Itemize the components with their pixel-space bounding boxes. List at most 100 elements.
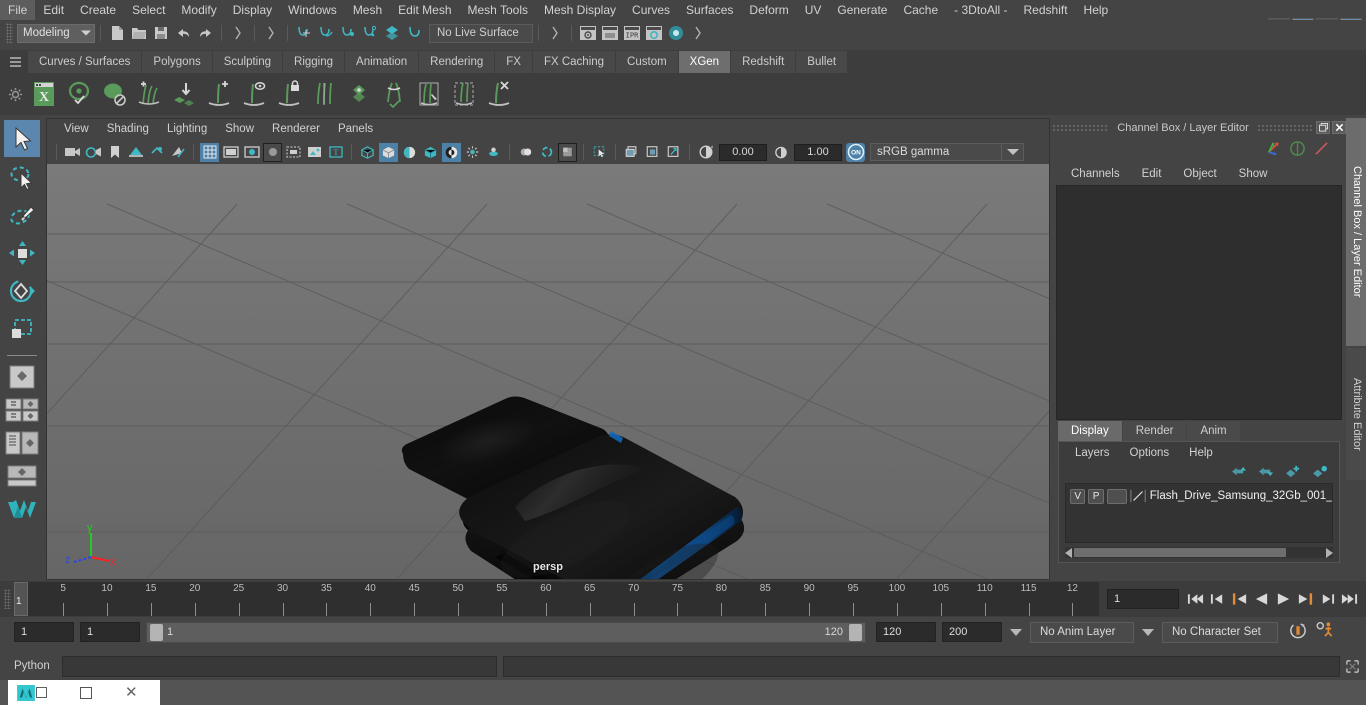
new-layer-icon[interactable] — [1285, 465, 1302, 481]
snap-to-projected-center-icon[interactable] — [360, 23, 380, 43]
command-language-label[interactable]: Python — [14, 660, 62, 672]
snap-to-curve-icon[interactable] — [316, 23, 336, 43]
menu-item-edit-mesh[interactable]: Edit Mesh — [390, 0, 459, 20]
move-layer-up-icon[interactable] — [1231, 465, 1248, 481]
channel-box-menu-object[interactable]: Object — [1172, 168, 1227, 180]
render-expand-icon[interactable] — [545, 23, 565, 43]
exposure-icon[interactable] — [696, 143, 715, 162]
dual-snapshot-icon[interactable] — [643, 143, 662, 162]
go-to-end-icon[interactable] — [1341, 590, 1358, 608]
layer-visibility-toggle[interactable]: V — [1070, 488, 1086, 504]
layer-list[interactable]: V P Flash_Drive_Samsung_32Gb_001_laye — [1065, 483, 1333, 543]
scale-tool[interactable] — [4, 310, 40, 347]
layer-row[interactable]: V P Flash_Drive_Samsung_32Gb_001_laye — [1066, 487, 1332, 505]
film-gate-icon[interactable] — [221, 143, 240, 162]
menu-item-deform[interactable]: Deform — [741, 0, 796, 20]
xgen-lock-icon[interactable] — [272, 77, 305, 111]
layer-list-hscrollbar[interactable] — [1065, 547, 1333, 558]
rotate-tool[interactable] — [4, 272, 40, 309]
auto-keyframe-icon[interactable] — [1288, 621, 1308, 643]
scroll-left-arrow-icon[interactable] — [1065, 547, 1072, 558]
anim-start-field[interactable]: 1 — [14, 622, 74, 642]
multisample-icon[interactable] — [558, 142, 577, 162]
light-toggle-icon[interactable] — [463, 143, 482, 162]
new-scene-icon[interactable] — [107, 23, 127, 43]
move-tool[interactable] — [4, 234, 40, 271]
scrollbar-thumb[interactable] — [1074, 548, 1286, 557]
shelf-options-gear-icon[interactable] — [4, 76, 26, 112]
paint-select-tool[interactable] — [4, 196, 40, 233]
xgen-scissors-icon[interactable] — [412, 77, 445, 111]
camera-attributes-icon[interactable] — [84, 143, 103, 162]
viewport-menu-show[interactable]: Show — [216, 119, 263, 140]
open-scene-icon[interactable] — [129, 23, 149, 43]
channel-box-menu-channels[interactable]: Channels — [1060, 168, 1131, 180]
shadows-icon[interactable] — [168, 143, 187, 162]
shelf-tab-bullet[interactable]: Bullet — [796, 51, 848, 73]
xgen-delete-icon[interactable] — [482, 77, 515, 111]
viewport-menu-lighting[interactable]: Lighting — [158, 119, 216, 140]
smooth-shade-icon[interactable] — [379, 142, 398, 162]
menu-item-display[interactable]: Display — [225, 0, 280, 20]
range-start-field[interactable]: 1 — [80, 622, 140, 642]
color-profile-chevron-down-icon[interactable] — [1002, 143, 1024, 161]
viewport-menu-view[interactable]: View — [55, 119, 98, 140]
single-pane-layout-icon[interactable] — [4, 362, 40, 392]
minimize-icon[interactable] — [80, 686, 92, 699]
menu-item-edit[interactable]: Edit — [35, 0, 72, 20]
layer-tab-render[interactable]: Render — [1122, 421, 1187, 441]
vtab-channel-box-layer-editor[interactable]: Channel Box / Layer Editor — [1346, 118, 1366, 346]
command-output[interactable] — [503, 655, 1340, 677]
timeline-drag-handle[interactable] — [4, 589, 11, 609]
xgen-window-icon[interactable]: X — [27, 77, 60, 111]
gate-mask-icon[interactable] — [263, 142, 282, 162]
xgen-preview-icon[interactable] — [62, 77, 95, 111]
grab-image-icon[interactable] — [664, 143, 683, 162]
menu-item-surfaces[interactable]: Surfaces — [678, 0, 741, 20]
shelf-tab-fx[interactable]: FX — [495, 51, 532, 73]
color-management-toggle[interactable]: ON — [846, 142, 865, 162]
channel-box-menu-edit[interactable]: Edit — [1131, 168, 1173, 180]
layer-color-swatch-icon[interactable] — [1130, 488, 1146, 504]
shelf-tab-xgen[interactable]: XGen — [678, 51, 731, 73]
render-settings-icon[interactable] — [644, 23, 664, 43]
wireframe-icon[interactable] — [358, 143, 377, 162]
xgen-convert-icon[interactable] — [167, 77, 200, 111]
shelf-tab-fx-caching[interactable]: FX Caching — [532, 51, 616, 73]
layer-playback-toggle[interactable]: P — [1088, 488, 1104, 504]
step-forward-frame-icon[interactable] — [1297, 590, 1314, 608]
redo-icon[interactable] — [195, 23, 215, 43]
viewport-3d-scene[interactable]: y x z persp — [47, 164, 1049, 579]
four-pane-layout-icon[interactable] — [4, 395, 40, 425]
menu-item-redshift[interactable]: Redshift — [1016, 0, 1076, 20]
render-sequence-icon[interactable] — [600, 23, 620, 43]
layer-tab-display[interactable]: Display — [1058, 421, 1122, 441]
xgen-add-description-icon[interactable] — [202, 77, 235, 111]
menu-item-help[interactable]: Help — [1076, 0, 1117, 20]
menu-item-modify[interactable]: Modify — [173, 0, 224, 20]
move-manip-icon[interactable] — [1265, 140, 1282, 160]
menu-item-mesh-tools[interactable]: Mesh Tools — [460, 0, 536, 20]
range-end-handle[interactable] — [849, 623, 862, 641]
shelf-tab-rendering[interactable]: Rendering — [419, 51, 495, 73]
layer-menu-layers[interactable]: Layers — [1065, 447, 1120, 459]
bookmark-icon[interactable] — [105, 143, 124, 162]
ambient-occlusion-icon[interactable] — [516, 143, 535, 162]
shelf-tab-rigging[interactable]: Rigging — [283, 51, 345, 73]
step-forward-key-icon[interactable] — [1319, 590, 1336, 608]
channel-box-content[interactable] — [1056, 185, 1342, 420]
range-start-handle[interactable] — [150, 623, 163, 641]
layer-menu-help[interactable]: Help — [1179, 447, 1223, 459]
menu-item-file[interactable]: File — [0, 0, 36, 20]
menu-item-windows[interactable]: Windows — [280, 0, 345, 20]
play-backwards-icon[interactable] — [1253, 590, 1270, 608]
play-forwards-icon[interactable] — [1275, 590, 1292, 608]
snap-to-view-plane-icon[interactable] — [382, 23, 402, 43]
panel-zoom-icon[interactable] — [305, 143, 324, 162]
snap-to-grid-icon[interactable] — [294, 23, 314, 43]
snap-to-point-icon[interactable] — [338, 23, 358, 43]
expand-script-editor-icon[interactable] — [1344, 658, 1361, 675]
two-sided-lighting-icon[interactable] — [147, 143, 166, 162]
xgen-groom-icon[interactable] — [307, 77, 340, 111]
snapshot-icon[interactable] — [622, 143, 641, 162]
